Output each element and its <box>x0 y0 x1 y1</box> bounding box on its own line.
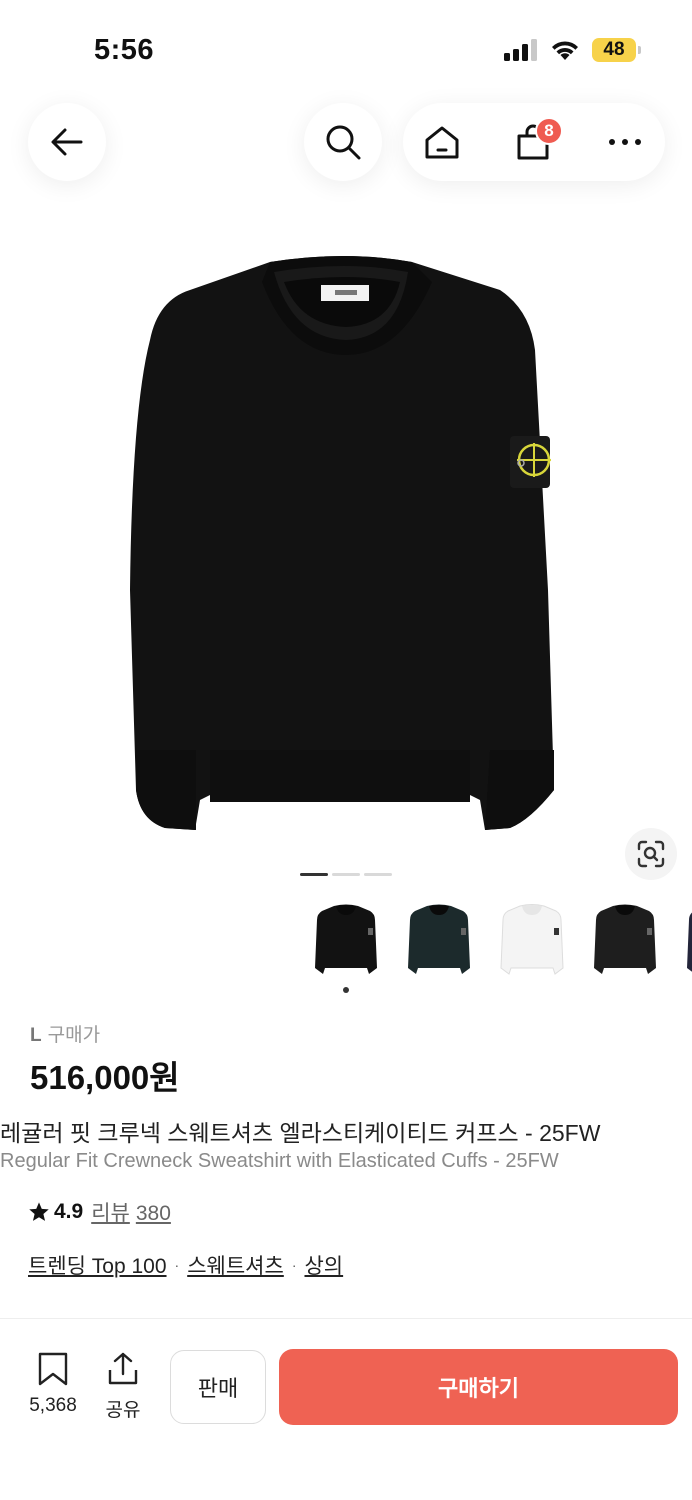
sweatshirt-thumb-image <box>408 904 470 974</box>
sell-button[interactable]: 판매 <box>170 1350 266 1424</box>
tag-top[interactable]: 상의 <box>304 1250 343 1280</box>
pagination-dot <box>364 873 392 876</box>
share-button[interactable]: 공유 <box>100 1352 146 1422</box>
status-icons: 48 <box>504 38 641 62</box>
sweatshirt-thumb-image <box>315 904 377 974</box>
tag-trending[interactable]: 트렌딩 Top 100 <box>28 1250 167 1280</box>
divider <box>0 1318 692 1319</box>
color-thumbnail[interactable] <box>312 898 380 982</box>
search-icon <box>326 125 361 160</box>
bookmark-button[interactable]: 5,368 <box>20 1352 86 1417</box>
product-price: 516,000원 <box>30 1059 180 1096</box>
product-title-ko: 레귤러 핏 크루넥 스웨트셔츠 엘라스티케이티드 커프스 - 25FW <box>0 1114 692 1148</box>
color-thumbnails <box>312 898 692 982</box>
tag-sweatshirt[interactable]: 스웨트셔츠 <box>187 1250 284 1280</box>
signal-icon <box>504 39 537 61</box>
tag-separator: · <box>174 1257 180 1273</box>
review-count: 380 <box>135 1202 171 1225</box>
product-title-ko-text: 레귤러 핏 크루넥 스웨트셔츠 엘라스티케이티드 커프스 - 25FW <box>0 1120 601 1146</box>
wifi-icon <box>552 41 578 60</box>
price-label: 구매가 <box>47 1025 101 1046</box>
lens-scan-icon <box>637 840 665 868</box>
share-label: 공유 <box>105 1400 141 1421</box>
size-value: L <box>30 1025 42 1046</box>
star-icon <box>29 1202 49 1221</box>
status-bar: 5:56 48 <box>0 0 692 90</box>
thumbnail-selected-indicator <box>343 987 349 993</box>
pagination-dot <box>300 873 328 876</box>
category-tags: 트렌딩 Top 100 · 스웨트셔츠 · 상의 <box>28 1250 343 1280</box>
pagination-dot <box>332 873 360 876</box>
home-icon <box>425 126 459 159</box>
review-label: 리뷰 <box>91 1202 130 1225</box>
sweatshirt-thumb-image <box>687 912 692 972</box>
color-thumbnail[interactable] <box>405 898 473 982</box>
more-horizontal-icon <box>609 139 641 145</box>
search-button[interactable] <box>304 103 382 181</box>
color-thumbnail[interactable] <box>684 898 692 982</box>
bottom-action-bar: 5,368 공유 판매 구매하기 <box>0 1332 692 1500</box>
home-button[interactable] <box>422 122 462 162</box>
tag-separator: · <box>291 1257 297 1273</box>
battery-indicator: 48 <box>592 38 641 62</box>
more-button[interactable] <box>605 122 645 162</box>
product-title-en-text: Regular Fit Crewneck Sweatshirt with Ela… <box>0 1150 559 1172</box>
review-link[interactable]: 리뷰 380 <box>91 1197 171 1227</box>
bookmark-count: 5,368 <box>29 1395 77 1416</box>
color-thumbnail[interactable] <box>591 898 659 982</box>
product-title-en: Regular Fit Crewneck Sweatshirt with Ela… <box>0 1150 692 1173</box>
size-price-label: L 구매가 <box>30 1020 100 1047</box>
sweatshirt-image <box>130 256 554 830</box>
buy-button[interactable]: 구매하기 <box>279 1349 678 1425</box>
color-thumbnail[interactable] <box>498 898 566 982</box>
image-search-button[interactable] <box>625 828 677 880</box>
rating-value: 4.9 <box>54 1200 84 1223</box>
cart-count-badge: 8 <box>535 117 563 145</box>
share-icon <box>108 1352 138 1385</box>
sweatshirt-thumb-image <box>594 904 656 974</box>
rating-row: 4.9 리뷰 380 <box>28 1197 171 1227</box>
gallery-pagination <box>300 873 392 876</box>
product-image[interactable] <box>0 230 692 850</box>
sweatshirt-thumb-image <box>500 904 564 975</box>
status-time: 5:56 <box>94 34 155 66</box>
nav-actions: 8 <box>403 103 665 181</box>
back-button[interactable] <box>28 103 106 181</box>
arrow-left-icon <box>51 128 83 156</box>
bookmark-icon <box>38 1352 68 1386</box>
